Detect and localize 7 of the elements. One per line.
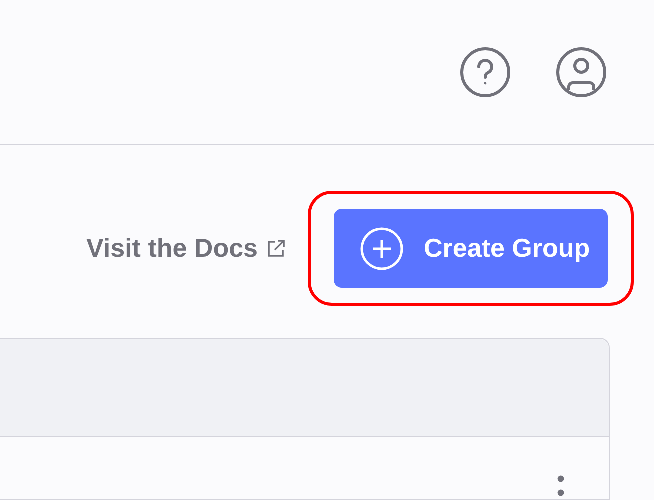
create-group-button[interactable]: Create Group	[334, 209, 608, 288]
user-icon[interactable]	[556, 46, 607, 98]
docs-link[interactable]: Visit the Docs	[86, 229, 286, 268]
external-link-icon	[266, 238, 286, 258]
plus-circle-icon	[360, 226, 404, 270]
more-options-icon[interactable]	[557, 475, 565, 499]
help-icon[interactable]	[460, 46, 511, 98]
